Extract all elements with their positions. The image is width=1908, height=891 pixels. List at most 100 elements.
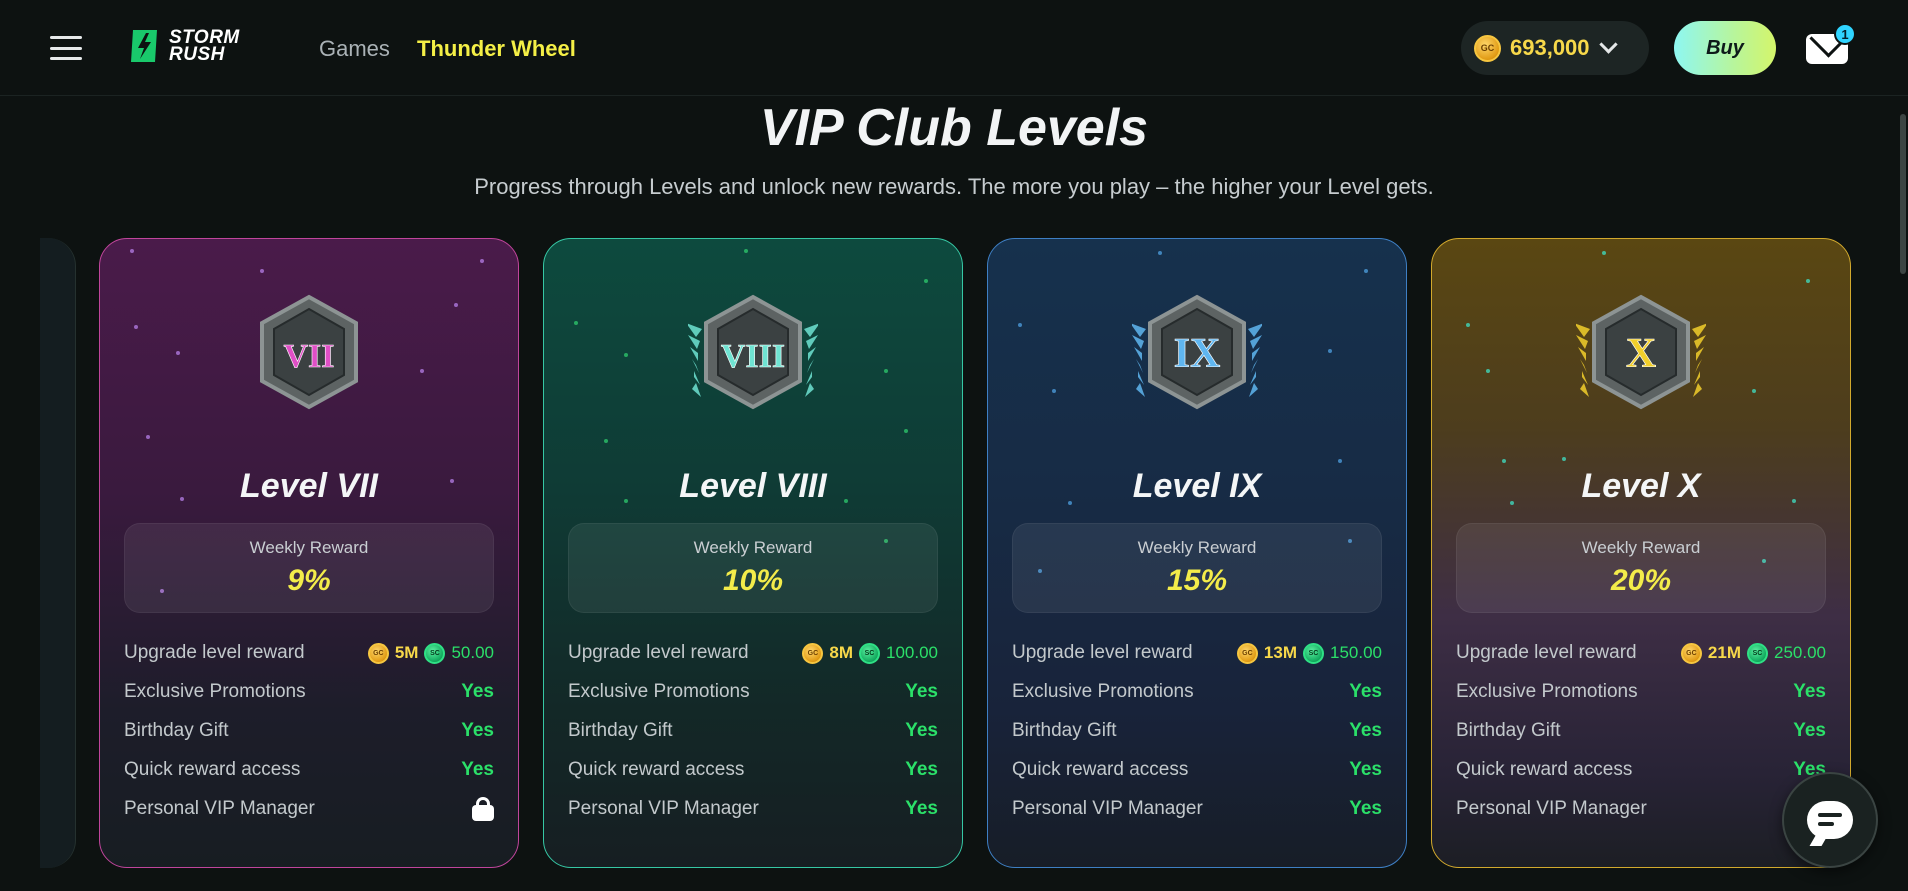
page-scrollbar[interactable] bbox=[1900, 114, 1906, 274]
hamburger-menu-icon[interactable] bbox=[50, 36, 82, 60]
weekly-reward-box: Weekly Reward 20% bbox=[1456, 523, 1826, 613]
level-name: Level X bbox=[1581, 467, 1701, 505]
logo-text-line2: RUSH bbox=[169, 44, 225, 65]
lock-icon bbox=[472, 797, 494, 821]
page-title: VIP Club Levels bbox=[759, 99, 1149, 157]
level-card-x: X Level X Weekly Reward 20% Upgrade level re… bbox=[1431, 238, 1851, 868]
promotions-row: Exclusive Promotions Yes bbox=[1012, 676, 1382, 708]
promotions-value: Yes bbox=[1793, 681, 1826, 702]
manager-row: Personal VIP Manager bbox=[124, 793, 494, 825]
birthday-label: Birthday Gift bbox=[1012, 720, 1117, 741]
weekly-reward-box: Weekly Reward 9% bbox=[124, 523, 494, 613]
gc-coin-icon: GC bbox=[1236, 642, 1258, 664]
sc-coin-icon: SC bbox=[859, 642, 880, 664]
mail-count-badge: 1 bbox=[1834, 23, 1856, 45]
level-name: Level VII bbox=[240, 467, 378, 505]
storm-rush-logo[interactable]: STORM RUSH bbox=[127, 28, 240, 64]
manager-label: Personal VIP Manager bbox=[124, 798, 315, 819]
sc-coin-icon: SC bbox=[424, 642, 446, 664]
manager-value: Yes bbox=[905, 798, 938, 819]
weekly-reward-label: Weekly Reward bbox=[1137, 538, 1257, 557]
nav-link-games[interactable]: Games bbox=[319, 36, 390, 62]
level-card-ix: IX Level IX Weekly Reward 15% Upgrade level … bbox=[987, 238, 1407, 868]
chevron-down-icon bbox=[1598, 34, 1618, 54]
level-ix-badge-icon: IX bbox=[1132, 294, 1262, 410]
gc-coin-icon: GC bbox=[367, 642, 389, 664]
balance-dropdown[interactable]: GC 693,000 bbox=[1461, 21, 1649, 75]
decorative-star bbox=[176, 351, 180, 355]
birthday-row: Birthday Gift Yes bbox=[1456, 715, 1826, 747]
manager-label: Personal VIP Manager bbox=[568, 798, 759, 819]
upgrade-reward-label: Upgrade level reward bbox=[1012, 642, 1193, 663]
level-name: Level IX bbox=[1132, 467, 1262, 505]
sc-reward-value: 50.00 bbox=[451, 643, 494, 662]
promotions-value: Yes bbox=[461, 681, 494, 702]
upgrade-reward-row: Upgrade level reward GC 5M SC 50.00 bbox=[124, 637, 494, 669]
decorative-star bbox=[454, 303, 458, 307]
manager-label: Personal VIP Manager bbox=[1012, 798, 1203, 819]
upgrade-reward-values: GC 8M SC 100.00 bbox=[802, 642, 938, 664]
quick-label: Quick reward access bbox=[568, 759, 745, 780]
promotions-row: Exclusive Promotions Yes bbox=[1456, 676, 1826, 708]
quick-value: Yes bbox=[461, 759, 494, 780]
previous-level-card-edge[interactable] bbox=[40, 238, 76, 868]
quick-value: Yes bbox=[1349, 759, 1382, 780]
weekly-reward-label: Weekly Reward bbox=[1581, 538, 1701, 557]
buy-button[interactable]: Buy bbox=[1674, 21, 1776, 75]
decorative-star bbox=[574, 321, 578, 325]
manager-row: Personal VIP Manager Yes bbox=[1012, 793, 1382, 825]
gc-reward-value: 13M bbox=[1263, 643, 1297, 662]
upgrade-reward-values: GC 13M SC 150.00 bbox=[1236, 642, 1382, 664]
sc-reward-value: 150.00 bbox=[1330, 643, 1382, 662]
decorative-star bbox=[1562, 457, 1566, 461]
decorative-star bbox=[904, 429, 908, 433]
decorative-star bbox=[480, 259, 484, 263]
upgrade-reward-label: Upgrade level reward bbox=[124, 642, 305, 663]
gc-coin-icon: GC bbox=[1680, 642, 1702, 664]
gc-reward-value: 8M bbox=[829, 643, 853, 662]
decorative-star bbox=[1338, 459, 1342, 463]
level-viii-badge-icon: VIII bbox=[688, 294, 818, 410]
decorative-star bbox=[884, 369, 888, 373]
decorative-star bbox=[1328, 349, 1332, 353]
nav-link-thunder-wheel[interactable]: Thunder Wheel bbox=[417, 36, 576, 62]
birthday-row: Birthday Gift Yes bbox=[124, 715, 494, 747]
decorative-star bbox=[1486, 369, 1490, 373]
sc-coin-icon: SC bbox=[1303, 642, 1324, 664]
quick-row: Quick reward access Yes bbox=[1456, 754, 1826, 786]
decorative-star bbox=[146, 435, 150, 439]
birthday-row: Birthday Gift Yes bbox=[1012, 715, 1382, 747]
upgrade-reward-label: Upgrade level reward bbox=[568, 642, 749, 663]
decorative-star bbox=[1466, 323, 1470, 327]
sc-coin-icon: SC bbox=[1747, 642, 1768, 664]
quick-row: Quick reward access Yes bbox=[124, 754, 494, 786]
promotions-row: Exclusive Promotions Yes bbox=[568, 676, 938, 708]
upgrade-reward-values: GC 5M SC 50.00 bbox=[367, 642, 494, 664]
upgrade-reward-values: GC 21M SC 250.00 bbox=[1680, 642, 1826, 664]
weekly-reward-label: Weekly Reward bbox=[249, 538, 369, 557]
quick-row: Quick reward access Yes bbox=[1012, 754, 1382, 786]
manager-label: Personal VIP Manager bbox=[1456, 798, 1647, 819]
manager-value: Yes bbox=[1349, 798, 1382, 819]
balance-value: 693,000 bbox=[1510, 35, 1590, 60]
promotions-label: Exclusive Promotions bbox=[1012, 681, 1194, 702]
weekly-reward-box: Weekly Reward 10% bbox=[568, 523, 938, 613]
quick-label: Quick reward access bbox=[1456, 759, 1633, 780]
decorative-star bbox=[1752, 389, 1756, 393]
birthday-label: Birthday Gift bbox=[568, 720, 673, 741]
svg-text:X: X bbox=[1626, 331, 1656, 377]
page-subtitle: Progress through Levels and unlock new r… bbox=[474, 174, 1434, 199]
decorative-star bbox=[1364, 269, 1368, 273]
decorative-star bbox=[1502, 459, 1506, 463]
quick-row: Quick reward access Yes bbox=[568, 754, 938, 786]
birthday-label: Birthday Gift bbox=[124, 720, 229, 741]
decorative-star bbox=[624, 353, 628, 357]
weekly-reward-label: Weekly Reward bbox=[693, 538, 813, 557]
svg-text:VII: VII bbox=[283, 338, 334, 375]
upgrade-reward-row: Upgrade level reward GC 8M SC 100.00 bbox=[568, 637, 938, 669]
promotions-value: Yes bbox=[905, 681, 938, 702]
promotions-label: Exclusive Promotions bbox=[568, 681, 750, 702]
manager-row: Personal VIP Manager Yes bbox=[568, 793, 938, 825]
support-chat-button[interactable] bbox=[1782, 772, 1878, 868]
decorative-star bbox=[744, 249, 748, 253]
